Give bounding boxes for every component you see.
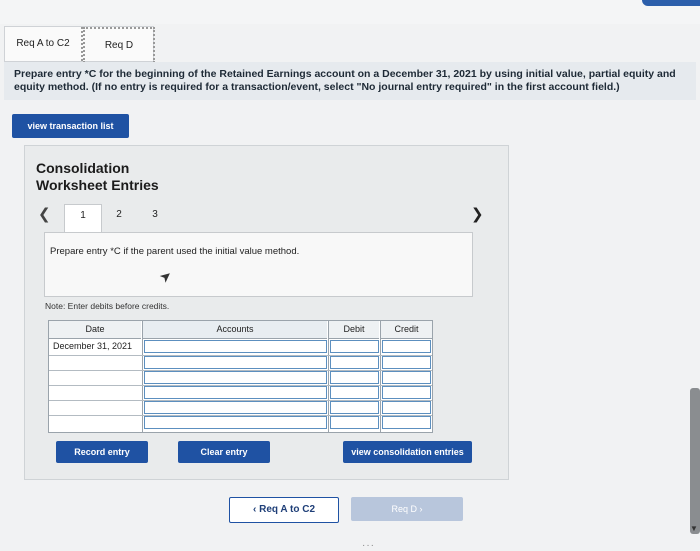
credit-field-row-4[interactable] — [382, 386, 431, 399]
debit-field-row-1[interactable] — [330, 340, 379, 353]
record-entry-button[interactable]: Record entry — [56, 441, 148, 463]
tab-req-a-to-c2[interactable]: Req A to C2 — [5, 27, 83, 61]
column-header-credit: Credit — [381, 321, 432, 339]
tab-label: Req D — [104, 40, 134, 51]
worksheet-title-line1: Consolidation — [36, 160, 130, 176]
instruction-text: Prepare entry *C for the beginning of th… — [14, 68, 690, 94]
tab-req-d[interactable]: Req D — [83, 27, 155, 63]
credit-field-row-3[interactable] — [382, 371, 431, 384]
credit-field-row-5[interactable] — [382, 401, 431, 414]
debit-credit-note: Note: Enter debits before credits. — [45, 301, 170, 311]
column-header-debit: Debit — [329, 321, 379, 339]
worksheet-title: Consolidation Worksheet Entries — [36, 160, 159, 194]
next-requirement-label: Req D — [391, 504, 417, 514]
chevron-left-icon: ‹ — [252, 504, 257, 515]
credit-field-row-1[interactable] — [382, 340, 431, 353]
prompt-box — [44, 232, 473, 297]
scroll-down-arrow-icon[interactable]: ▼ — [690, 524, 698, 533]
journal-entry-table: Date Accounts Debit Credit December 31, … — [48, 320, 433, 433]
tab-label: Req A to C2 — [16, 38, 70, 49]
requirement-tabs: Req A to C2 Req D — [4, 26, 155, 63]
chevron-right-icon[interactable]: ❯ — [471, 205, 484, 223]
account-field-row-4[interactable] — [144, 386, 327, 399]
prev-requirement-button[interactable]: ‹ Req A to C2 — [229, 497, 339, 523]
credit-field-row-2[interactable] — [382, 356, 431, 369]
more-dots-icon: ··· — [362, 540, 375, 551]
column-header-date: Date — [49, 321, 141, 339]
account-field-row-2[interactable] — [144, 356, 327, 369]
account-field-row-1[interactable] — [144, 340, 327, 353]
debit-field-row-6[interactable] — [330, 416, 379, 429]
prompt-text: Prepare entry *C if the parent used the … — [50, 246, 300, 257]
instruction-note: (If no entry is required for a transacti… — [91, 81, 620, 93]
page-scrollbar[interactable] — [690, 388, 700, 534]
page-tab-3[interactable]: 3 — [140, 204, 170, 228]
debit-field-row-5[interactable] — [330, 401, 379, 414]
view-consolidation-entries-button[interactable]: view consolidation entries — [343, 441, 472, 463]
chevron-right-icon: › — [419, 504, 423, 514]
account-field-row-5[interactable] — [144, 401, 327, 414]
top-strip — [0, 0, 700, 24]
next-requirement-button[interactable]: Req D › — [351, 497, 463, 521]
page-tab-2[interactable]: 2 — [104, 204, 134, 228]
debit-field-row-2[interactable] — [330, 356, 379, 369]
page-tab-1[interactable]: 1 — [64, 204, 102, 232]
chevron-left-icon[interactable]: ❮ — [38, 205, 51, 223]
account-field-row-3[interactable] — [144, 371, 327, 384]
table-row-date: December 31, 2021 — [53, 341, 133, 351]
view-transaction-list-button[interactable]: view transaction list — [12, 114, 129, 138]
prev-requirement-label: Req A to C2 — [259, 504, 316, 515]
clear-entry-button[interactable]: Clear entry — [178, 441, 270, 463]
debit-field-row-3[interactable] — [330, 371, 379, 384]
credit-field-row-6[interactable] — [382, 416, 431, 429]
worksheet-title-line2: Worksheet Entries — [36, 177, 159, 193]
column-header-accounts: Accounts — [143, 321, 327, 339]
debit-field-row-4[interactable] — [330, 386, 379, 399]
account-field-row-6[interactable] — [144, 416, 327, 429]
header-corner-button[interactable] — [642, 0, 700, 6]
